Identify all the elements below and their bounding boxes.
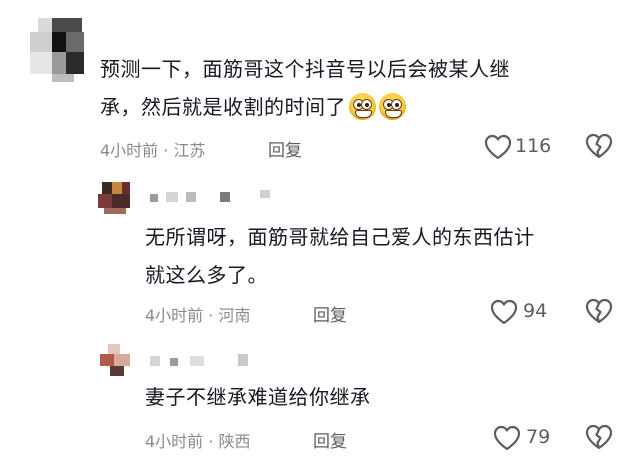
like-button[interactable]: 94: [490, 297, 570, 327]
like-count: 79: [526, 426, 551, 448]
avatar[interactable]: [98, 182, 132, 216]
comment-text: 妻子不继承难道给你继承: [145, 385, 371, 409]
reply-button[interactable]: 回复: [313, 301, 347, 326]
grinning-face-icon: [349, 93, 376, 120]
username-pixelated[interactable]: [150, 354, 280, 368]
comment-text-fragment: 承，然后就是收割的时间了: [100, 95, 346, 119]
username-pixelated[interactable]: [150, 190, 280, 204]
comment-meta: 4小时前 · 江苏: [100, 141, 206, 160]
comment-text: 预测一下，面筋哥这个抖音号以后会被某人继 承，然后就是收割的时间了: [100, 50, 510, 126]
comment-text-line: 无所谓呀，面筋哥就给自己爱人的东西估计: [145, 225, 535, 249]
grinning-face-icon: [379, 93, 406, 120]
reply-button[interactable]: 回复: [268, 136, 302, 161]
like-button[interactable]: 79: [493, 423, 573, 453]
comment-text-line: 就这么多了。: [145, 263, 268, 287]
heart-outline-icon: [493, 425, 521, 451]
like-count: 94: [523, 300, 548, 322]
avatar[interactable]: [30, 18, 94, 82]
like-button[interactable]: 116: [484, 132, 564, 162]
avatar[interactable]: [100, 344, 134, 378]
comment-2: 无所谓呀，面筋哥就给自己爱人的东西估计 就这么多了。 4小时前 · 河南 回复 …: [0, 170, 640, 330]
comment-text-line: 承，然后就是收割的时间了: [100, 88, 510, 126]
comment-meta: 4小时前 · 河南: [145, 306, 251, 325]
broken-heart-icon[interactable]: [585, 298, 613, 324]
broken-heart-icon[interactable]: [585, 424, 613, 450]
comment-text: 无所谓呀，面筋哥就给自己爱人的东西估计 就这么多了。: [145, 218, 535, 294]
comment-meta: 4小时前 · 陕西: [145, 432, 251, 451]
like-count: 116: [515, 135, 552, 157]
comment-text-line: 预测一下，面筋哥这个抖音号以后会被某人继: [100, 57, 510, 81]
comment-3: 妻子不继承难道给你继承 4小时前 · 陕西 回复 79: [0, 330, 640, 465]
comment-1: 预测一下，面筋哥这个抖音号以后会被某人继 承，然后就是收割的时间了 4小时前 ·…: [0, 0, 640, 170]
heart-outline-icon: [490, 299, 518, 325]
heart-outline-icon: [484, 134, 512, 160]
reply-button[interactable]: 回复: [313, 427, 347, 452]
broken-heart-icon[interactable]: [585, 133, 613, 159]
